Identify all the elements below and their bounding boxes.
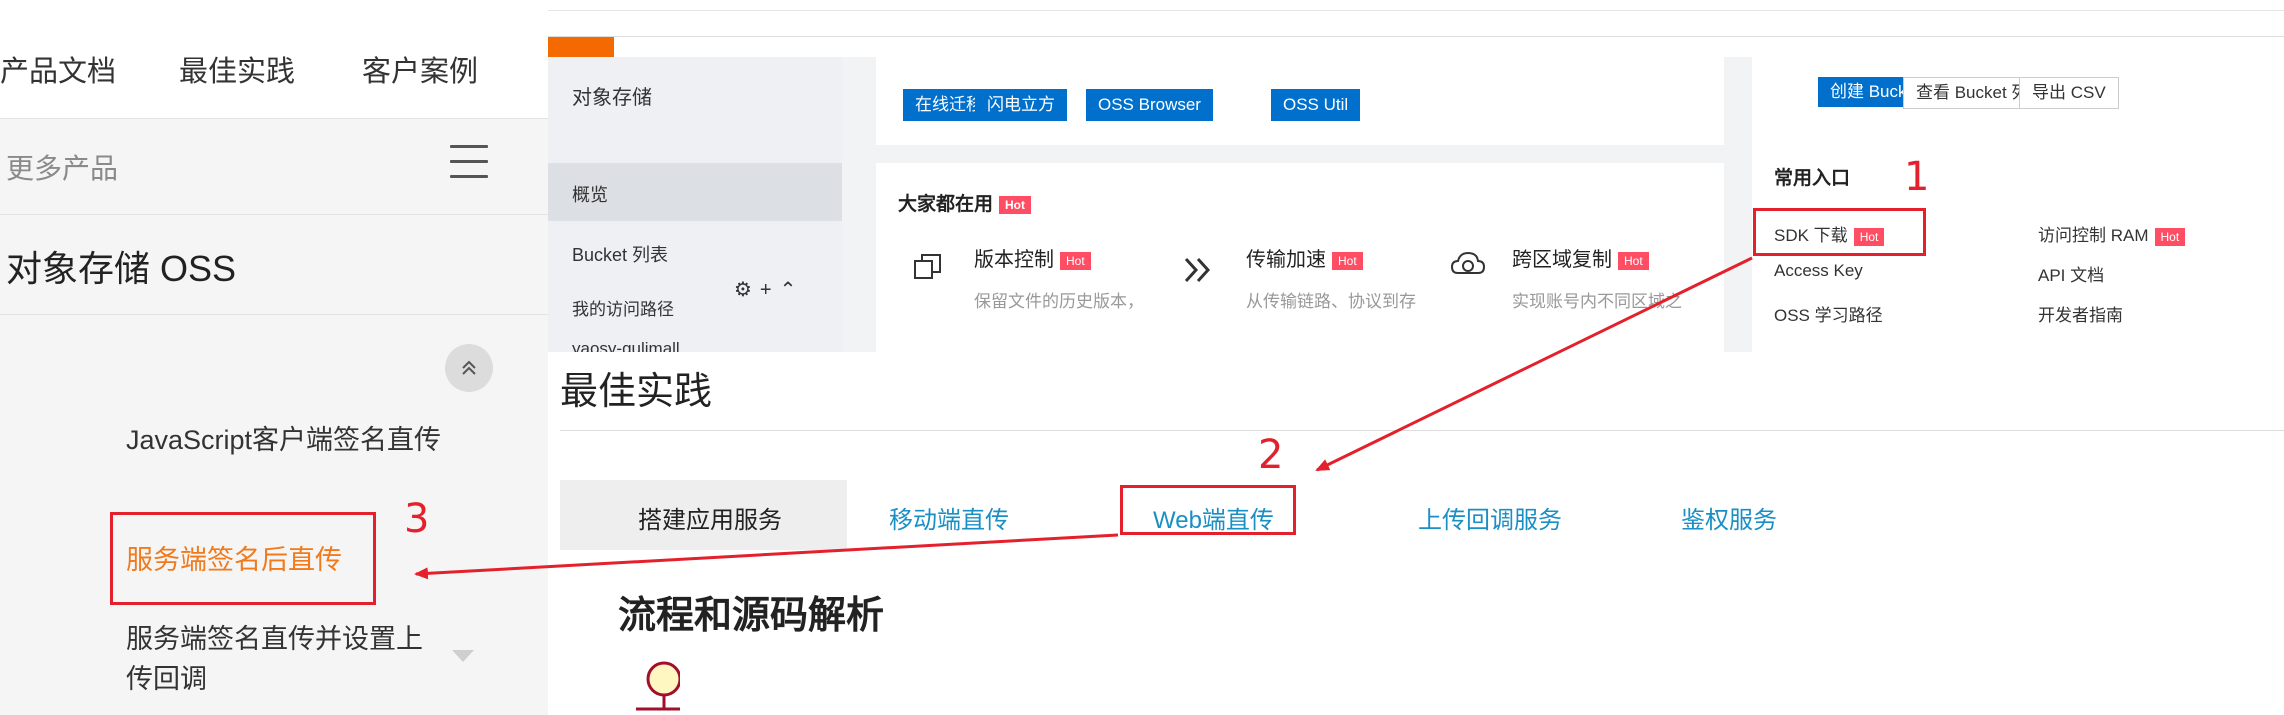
arrow-1-to-2: [1315, 256, 1753, 472]
annotation-arrows: [414, 256, 1753, 580]
arrow-2-to-3: [414, 533, 1119, 580]
